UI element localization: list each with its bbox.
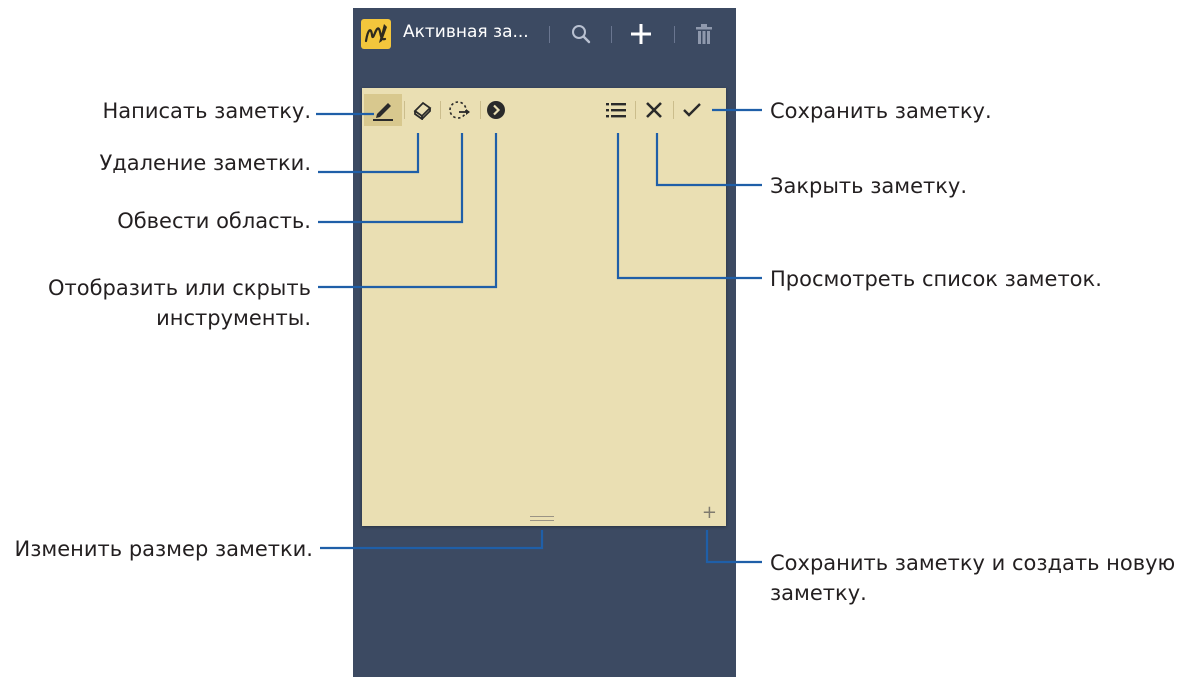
callout-save-and-new-line1: Сохранить заметку и создать новую (770, 551, 1176, 575)
app-title: Активная за... (403, 22, 529, 42)
callout-write-note: Написать заметку. (102, 99, 311, 123)
pen-note-icon[interactable] (361, 19, 391, 49)
callout-delete-note: Удаление заметки. (99, 151, 311, 175)
plus-icon[interactable] (626, 20, 656, 48)
callout-toggle-tools-line2: инструменты. (156, 306, 311, 330)
toolbar-divider (635, 101, 636, 119)
trash-icon[interactable] (689, 20, 719, 48)
list-icon[interactable] (601, 94, 631, 126)
toolbar-divider (440, 101, 441, 119)
resize-handle[interactable] (530, 516, 554, 524)
callout-select-area: Обвести область. (117, 209, 311, 233)
eraser-icon[interactable] (406, 94, 438, 126)
callout-save-note: Сохранить заметку. (770, 99, 992, 123)
callout-close-note: Закрыть заметку. (770, 174, 968, 198)
phone-screen: Активная за... + (353, 8, 736, 677)
pen-icon[interactable] (364, 94, 402, 126)
appbar-divider (611, 26, 612, 43)
toolbar-divider (480, 101, 481, 119)
search-icon[interactable] (566, 20, 596, 48)
appbar-divider (549, 26, 550, 43)
toolbar-divider (673, 101, 674, 119)
active-note[interactable]: + (362, 88, 726, 526)
callout-save-and-new-line2: заметку. (770, 581, 867, 605)
new-note-button[interactable]: + (702, 504, 717, 522)
chevron-right-circle-icon[interactable] (482, 94, 510, 126)
toolbar-divider (404, 101, 405, 119)
check-icon[interactable] (676, 94, 708, 126)
appbar-divider (674, 26, 675, 43)
close-icon[interactable] (639, 94, 669, 126)
callout-view-list: Просмотреть список заметок. (770, 267, 1102, 291)
app-bar: Активная за... (353, 8, 736, 60)
lasso-select-icon[interactable] (444, 94, 476, 126)
callout-resize-note: Изменить размер заметки. (14, 537, 313, 561)
callout-toggle-tools-line1: Отобразить или скрыть (47, 276, 311, 300)
